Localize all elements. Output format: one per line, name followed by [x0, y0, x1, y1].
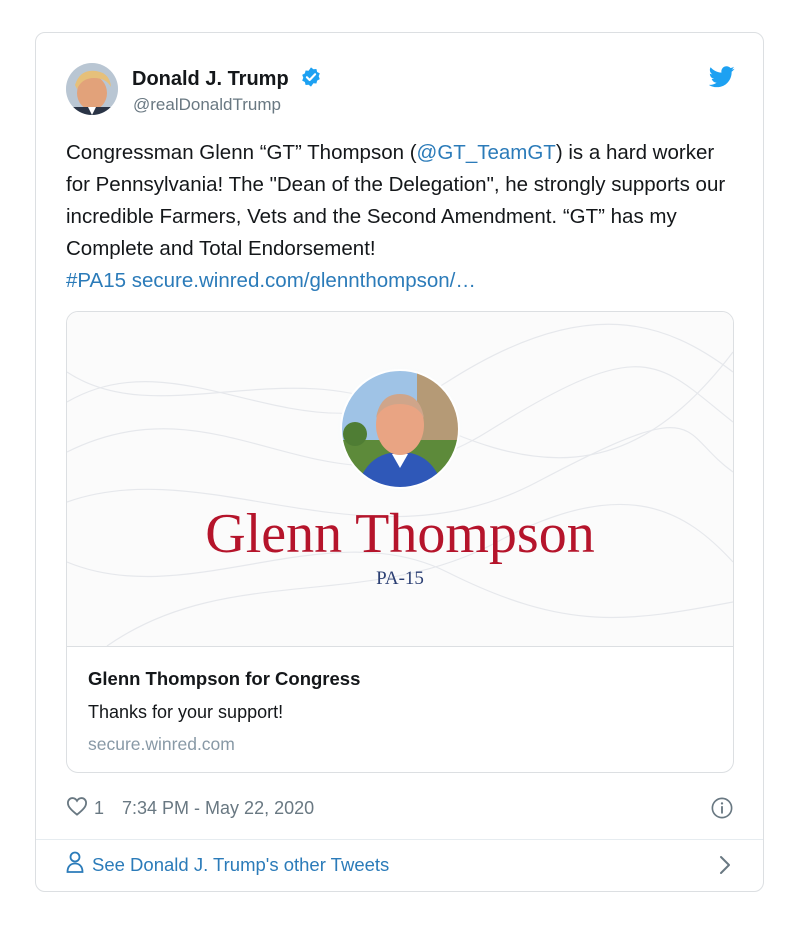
embedded-tweet: Donald J. Trump @realDonaldTrump Congres…: [35, 32, 764, 892]
card-domain: secure.winred.com: [88, 734, 235, 754]
card-banner: Glenn Thompson PA-15: [67, 323, 733, 647]
verified-badge-icon: [300, 66, 322, 94]
link-card[interactable]: Glenn Thompson PA-15 Glenn Thompson for …: [66, 311, 734, 773]
heart-icon[interactable]: [66, 796, 88, 821]
tweet-text: Congressman Glenn “GT” Thompson (@GT_Tea…: [66, 137, 736, 297]
tweet-meta: 1 7:34 PM - May 22, 2020: [66, 796, 314, 821]
footer-divider: [36, 839, 763, 840]
like-count[interactable]: 1: [94, 798, 104, 819]
url-link[interactable]: secure.winred.com/glennthompson/…: [132, 269, 476, 292]
author-handle[interactable]: @realDonaldTrump: [133, 95, 281, 115]
card-description: Thanks for your support!: [88, 702, 284, 722]
twitter-bird-icon[interactable]: [708, 66, 735, 93]
card-title[interactable]: Glenn Thompson for Congress: [88, 668, 360, 690]
tweet-text-part1: Congressman Glenn “GT” Thompson (: [66, 141, 417, 164]
mention-link[interactable]: @GT_TeamGT: [417, 141, 556, 164]
author-name-text: Donald J. Trump: [132, 68, 289, 90]
card-divider: [67, 646, 733, 647]
chevron-right-icon[interactable]: [719, 855, 731, 880]
author-avatar[interactable]: [66, 63, 118, 115]
see-other-tweets-label: See Donald J. Trump's other Tweets: [92, 853, 390, 875]
info-icon[interactable]: [711, 797, 733, 824]
author-avatar-image: [66, 63, 118, 115]
tweet-timestamp[interactable]: 7:34 PM - May 22, 2020: [122, 798, 314, 819]
card-image[interactable]: Glenn Thompson PA-15: [67, 312, 733, 647]
banner-candidate-name: Glenn Thompson: [205, 503, 594, 565]
see-other-tweets-link[interactable]: See Donald J. Trump's other Tweets: [66, 851, 389, 878]
banner-district: PA-15: [376, 568, 424, 589]
hashtag-link[interactable]: #PA15: [66, 269, 126, 292]
author-name[interactable]: Donald J. Trump: [132, 66, 322, 94]
person-icon: [66, 851, 84, 878]
